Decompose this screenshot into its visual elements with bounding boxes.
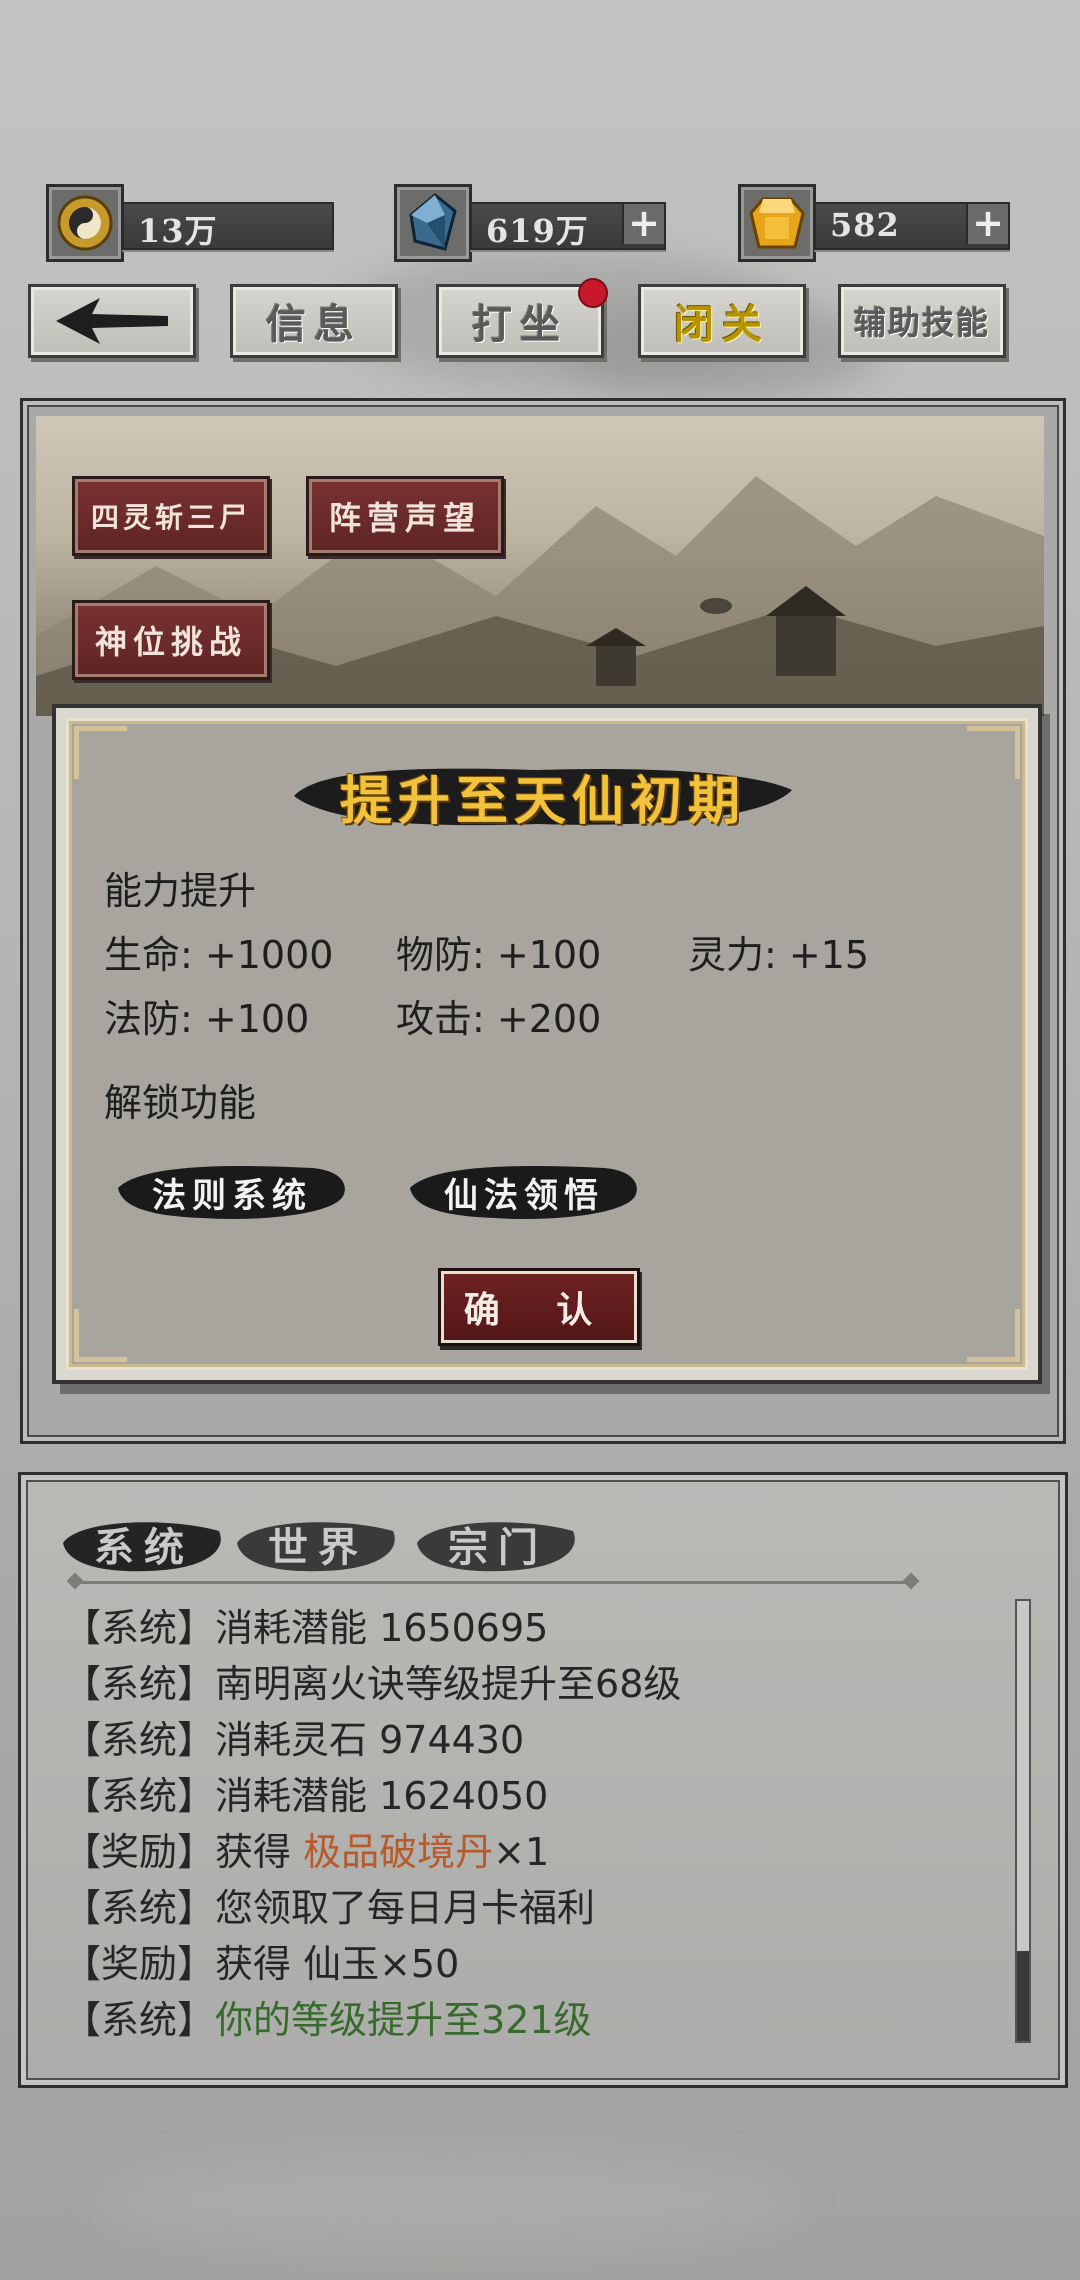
resource-gem: 582 +: [738, 184, 1018, 262]
resource-coins: 13万: [46, 184, 334, 262]
log-scrollbar[interactable]: [1015, 1599, 1031, 2043]
stat-hp: 生命: +1000: [104, 933, 334, 977]
yin-yang-coin-icon: [46, 184, 124, 262]
log-line: 【系统】南明离火诀等级提升至68级: [63, 1662, 682, 1706]
tab-world[interactable]: 世界: [233, 1509, 403, 1579]
dialog-title: 提升至天仙初期: [339, 770, 746, 832]
gold-gem-icon: [738, 184, 816, 262]
mist-cloud: [100, 2150, 800, 2250]
divider-ornament: [902, 1572, 920, 1590]
level-up-highlight: 你的等级提升至321级: [215, 1998, 592, 2042]
notification-dot: [578, 278, 608, 308]
back-button[interactable]: [28, 284, 196, 358]
tab-info[interactable]: 信息: [230, 284, 398, 358]
stat-attack: 攻击: +200: [396, 997, 602, 1041]
crystal-value: 619万: [486, 212, 589, 250]
log-line: 【奖励】获得 极品破境丹×1: [63, 1830, 550, 1874]
log-line: 【系统】消耗潜能 1624050: [63, 1774, 549, 1818]
log-line: 【系统】消耗灵石 974430: [63, 1718, 525, 1762]
corner-ornament: [74, 726, 127, 779]
unlock-heading: 解锁功能: [104, 1081, 257, 1125]
corner-ornament: [74, 1309, 127, 1362]
gem-value: 582: [830, 206, 900, 244]
log-line: 【系统】你的等级提升至321级: [63, 1998, 592, 2042]
blue-crystal-icon: [394, 184, 472, 262]
tab-system[interactable]: 系统: [59, 1509, 229, 1579]
log-line: 【系统】您领取了每日月卡福利: [63, 1886, 596, 1930]
log-line: 【奖励】获得 仙玉×50: [63, 1942, 460, 1986]
add-gem-button[interactable]: +: [966, 204, 1008, 244]
confirm-button[interactable]: 确 认: [438, 1268, 640, 1346]
tab-sect[interactable]: 宗门: [413, 1509, 583, 1579]
corner-ornament: [967, 1309, 1020, 1362]
coins-value: 13万: [138, 212, 218, 250]
unlock-law-system: 法则系统: [152, 1175, 312, 1216]
log-line: 【系统】消耗潜能 1650695: [63, 1606, 549, 1650]
message-log-panel: 系统 世界 宗门 【系统】消耗潜能 1650695 【系统】南明离火诀等级提升至…: [18, 1472, 1068, 2088]
four-spirits-button[interactable]: 四灵斩三尸: [72, 476, 270, 556]
ability-heading: 能力提升: [104, 869, 257, 913]
stat-physical-defense: 物防: +100: [396, 933, 602, 977]
item-highlight: 极品破境丹: [303, 1830, 494, 1874]
tab-assist-skills[interactable]: 辅助技能: [838, 284, 1006, 358]
breakthrough-dialog: 提升至天仙初期 能力提升 生命: +1000 物防: +100 灵力: +15 …: [52, 704, 1042, 1384]
faction-reputation-button[interactable]: 阵营声望: [306, 476, 504, 556]
tab-seclusion[interactable]: 闭关: [638, 284, 806, 358]
scrollbar-thumb[interactable]: [1017, 1951, 1029, 2041]
add-crystal-button[interactable]: +: [622, 204, 664, 244]
arrow-left-icon: [56, 298, 168, 344]
stat-magic-defense: 法防: +100: [104, 997, 310, 1041]
divider: [77, 1581, 911, 1584]
stat-spirit: 灵力: +15: [688, 933, 870, 977]
corner-ornament: [967, 726, 1020, 779]
unlock-immortal-art: 仙法领悟: [444, 1175, 604, 1216]
resource-crystal: 619万 +: [394, 184, 674, 262]
divine-challenge-button[interactable]: 神位挑战: [72, 600, 270, 680]
